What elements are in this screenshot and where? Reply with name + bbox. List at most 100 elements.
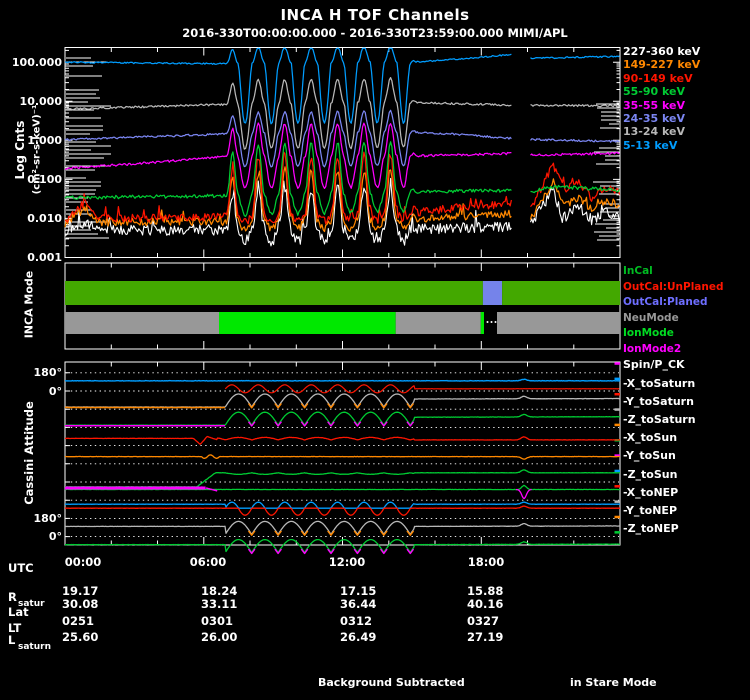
eph-value-R-1: 18.24 bbox=[201, 584, 237, 598]
eph-value-L-0: 25.60 bbox=[62, 630, 98, 644]
eph-label-lat: Lat bbox=[8, 605, 29, 619]
cal-bar-OutCal:Planed bbox=[483, 281, 502, 305]
attitude-cusp-marks bbox=[381, 404, 388, 408]
tof-ytick-0.100: 0.100 bbox=[0, 173, 62, 186]
mode-label-OutCalUnPlaned: OutCal:UnPlaned bbox=[623, 280, 724, 296]
mode-label-IonMode2: IonMode2 bbox=[623, 342, 724, 358]
tof-ytick-100.000: 100.000 bbox=[0, 56, 62, 69]
attitude-cusp-marks bbox=[301, 549, 308, 553]
attitude-trace-YtoSun bbox=[65, 470, 620, 487]
tof-series-24-35keV bbox=[65, 110, 620, 167]
attitude-label-ZtoSun: -Z_toSun bbox=[623, 468, 677, 481]
eph-value-Lat-2: 36.44 bbox=[340, 597, 376, 611]
eph-value-Lat-0: 30.08 bbox=[62, 597, 98, 611]
attitude-cusp-marks bbox=[354, 422, 361, 426]
eph-label-l: L bbox=[8, 633, 15, 647]
attitude-cusp-marks bbox=[354, 404, 361, 408]
attitude-cusp-marks bbox=[381, 422, 388, 426]
legend-entry-24-35keV: 24-35 keV bbox=[623, 112, 700, 125]
plot-canvas: INCA H TOF Channels 2016-330T00:00:00.00… bbox=[0, 0, 750, 700]
eph-value-LT-0: 0251 bbox=[62, 614, 94, 628]
attitude-label-YtoSaturn: -Y_toSaturn bbox=[623, 395, 694, 408]
attitude-ytick: 0° bbox=[0, 530, 62, 543]
eph-value-R-2: 17.15 bbox=[340, 584, 376, 598]
utc-axis-label: UTC bbox=[8, 561, 34, 575]
attitude-trace-XtoNEP bbox=[65, 506, 620, 515]
attitude-dotted-gridlines bbox=[66, 373, 619, 537]
legend-entry-35-55keV: 35-55 keV bbox=[623, 99, 700, 112]
eph-value-L-3: 27.19 bbox=[467, 630, 503, 644]
attitude-trace-SpinPCK bbox=[225, 385, 619, 393]
utc-tick-00:00: 00:00 bbox=[65, 555, 102, 569]
eph-label-r: R bbox=[8, 590, 17, 604]
mode-gap-dots bbox=[495, 321, 497, 323]
utc-tick-06:00: 06:00 bbox=[190, 555, 227, 569]
tof-ytick-0.010: 0.010 bbox=[0, 212, 62, 225]
attitude-cusp-marks bbox=[354, 549, 361, 553]
mode-legend: InCalOutCal:UnPlanedOutCal:PlanedNeuMode… bbox=[623, 264, 724, 358]
mode-bar-NeuMode bbox=[65, 312, 219, 334]
attitude-label-XtoSun: -X_toSun bbox=[623, 431, 677, 444]
attitude-ytick: 0° bbox=[0, 385, 62, 398]
legend-entry-90-149keV: 90-149 keV bbox=[623, 72, 700, 85]
attitude-cusp-marks bbox=[381, 549, 388, 553]
mode-label-OutCalPlaned: OutCal:Planed bbox=[623, 295, 724, 311]
legend-entry-55-90keV: 55-90 keV bbox=[623, 85, 700, 98]
attitude-trace-ZtoSaturn bbox=[65, 437, 620, 445]
eph-value-LT-2: 0312 bbox=[340, 614, 372, 628]
utc-tick-18:00: 18:00 bbox=[468, 555, 505, 569]
tof-legend: 227-360 keV149-227 keV90-149 keV55-90 ke… bbox=[623, 45, 700, 152]
mode-bar-NeuMode bbox=[497, 312, 620, 334]
attitude-trace-YtoSaturn bbox=[65, 412, 620, 425]
footer-note-staremode: in Stare Mode bbox=[570, 676, 657, 689]
eph-value-R-3: 15.88 bbox=[467, 584, 503, 598]
tof-series-35-55keV bbox=[65, 123, 620, 188]
plot-subtitle: 2016-330T00:00:00.000 - 2016-330T23:59:0… bbox=[0, 26, 750, 40]
mode-gap-dots bbox=[487, 321, 489, 323]
mode-panel-border bbox=[65, 263, 620, 349]
attitude-cusp-marks bbox=[354, 531, 361, 535]
tof-series-13-24keV bbox=[65, 78, 620, 150]
legend-entry-149-227keV: 149-227 keV bbox=[623, 58, 700, 71]
mode-bar-NeuMode bbox=[396, 312, 481, 334]
legend-entry-13-24keV: 13-24 keV bbox=[623, 125, 700, 138]
attitude-label-SpinPCK: Spin/P_CK bbox=[623, 358, 685, 371]
eph-value-LT-1: 0301 bbox=[201, 614, 233, 628]
eph-label-l-sub: saturn bbox=[18, 642, 51, 652]
attitude-cusp-marks bbox=[301, 422, 308, 426]
attitude-label-YtoNEP: -Y_toNEP bbox=[623, 504, 677, 517]
attitude-cusp-marks bbox=[301, 404, 308, 408]
attitude-panel-border bbox=[65, 362, 620, 545]
attitude-trace-ZtoSun bbox=[516, 490, 532, 499]
footer-note-background: Background Subtracted bbox=[318, 676, 465, 689]
cal-bar-InCal bbox=[502, 281, 620, 305]
attitude-cusp-marks bbox=[407, 531, 414, 535]
attitude-trace-YtoNEP bbox=[65, 521, 620, 534]
attitude-label-ZtoSaturn: -Z_toSaturn bbox=[623, 413, 696, 426]
mode-bar-IonMode bbox=[481, 312, 484, 334]
eph-value-Lat-1: 33.11 bbox=[201, 597, 237, 611]
mode-gap-dots bbox=[491, 321, 493, 323]
eph-value-L-2: 26.49 bbox=[340, 630, 376, 644]
tof-ytick-0.001: 0.001 bbox=[0, 251, 62, 264]
plot-title: INCA H TOF Channels bbox=[0, 6, 750, 24]
mode-label-IonMode: IonMode bbox=[623, 326, 724, 342]
tof-ytick-10.000: 10.000 bbox=[0, 95, 62, 108]
attitude-trace-XtoNEP bbox=[65, 502, 620, 508]
attitude-cusp-marks bbox=[407, 549, 414, 553]
attitude-cusp-marks bbox=[407, 422, 414, 426]
attitude-trace-XtoSaturn bbox=[65, 394, 620, 407]
attitude-cusp-marks bbox=[301, 531, 308, 535]
attitude-ytick: 180° bbox=[0, 366, 62, 379]
mode-bar-IonMode bbox=[219, 312, 396, 334]
mode-label-NeuMode: NeuMode bbox=[623, 311, 724, 327]
tof-series-5-13keV bbox=[65, 48, 620, 124]
eph-value-R-0: 19.17 bbox=[62, 584, 98, 598]
legend-entry-227-360keV: 227-360 keV bbox=[623, 45, 700, 58]
attitude-cusp-marks bbox=[407, 404, 414, 408]
eph-value-L-1: 26.00 bbox=[201, 630, 237, 644]
tof-ytick-1.000: 1.000 bbox=[0, 134, 62, 147]
eph-value-LT-3: 0327 bbox=[467, 614, 499, 628]
legend-entry-5-13keV: 5-13 keV bbox=[623, 139, 700, 152]
attitude-ytick: 180° bbox=[0, 512, 62, 525]
